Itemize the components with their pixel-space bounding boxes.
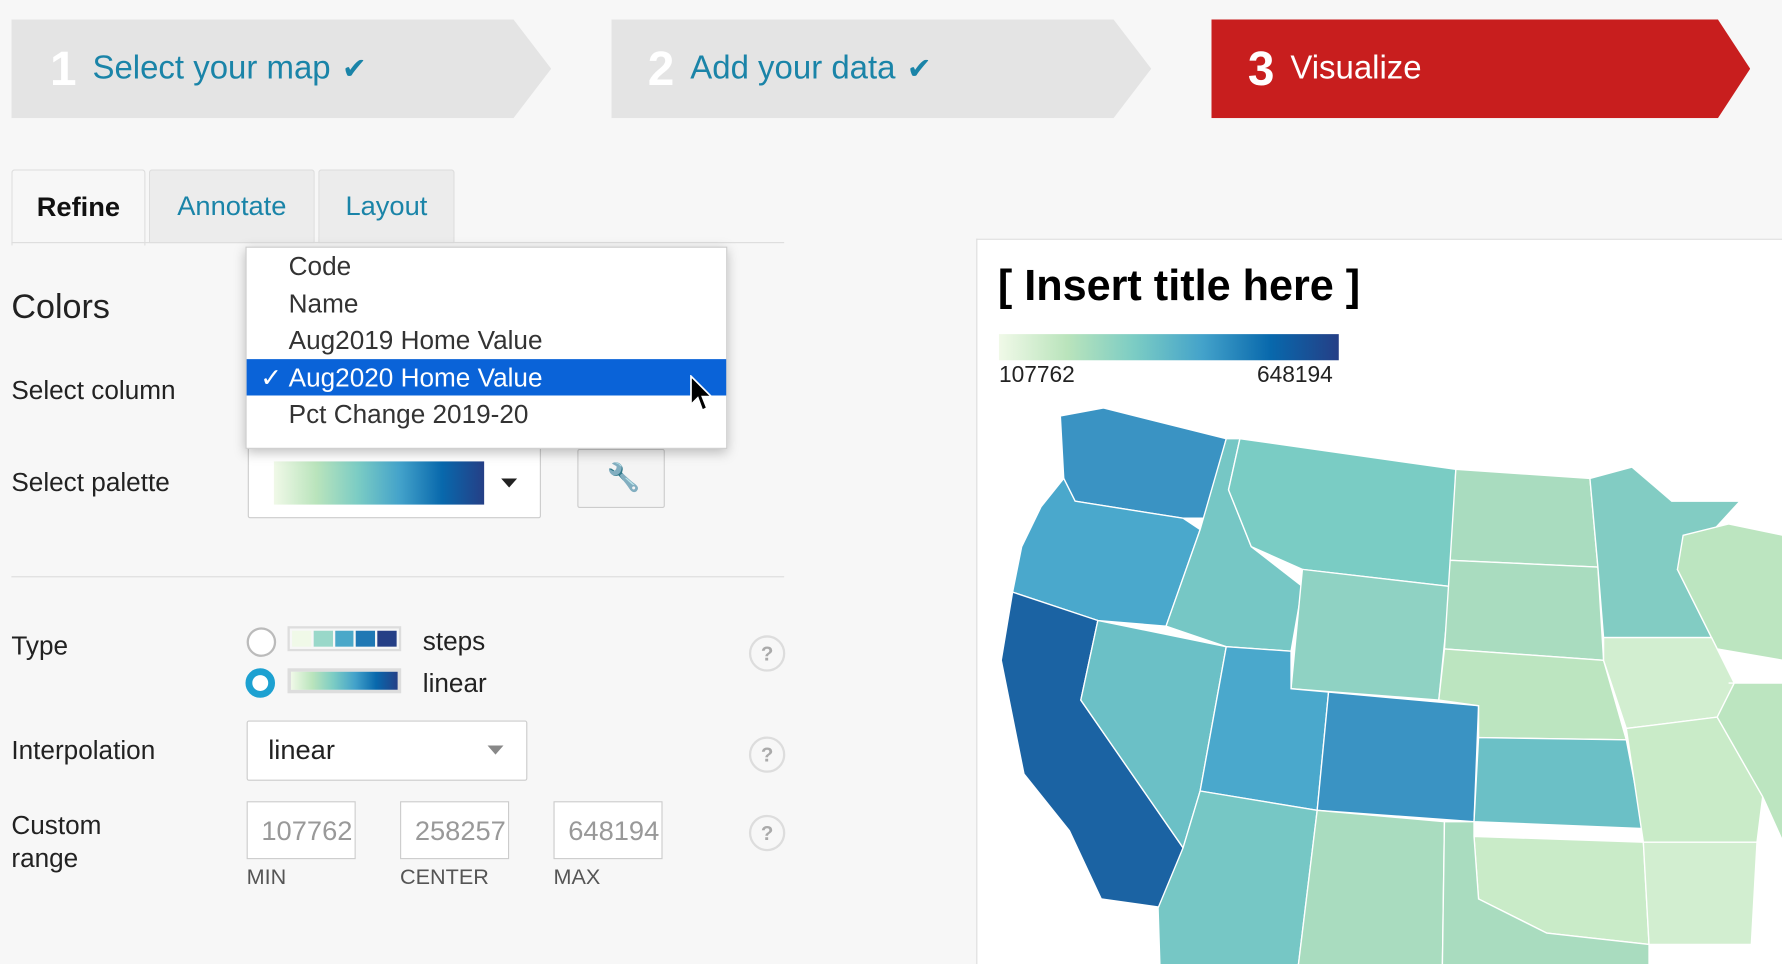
checkmark-icon: ✓ [260, 362, 283, 392]
range-center-input[interactable]: 258257 [400, 801, 510, 860]
map-preview: [ Insert title here ] 107762 648194 [976, 238, 1782, 964]
interpolation-select[interactable]: linear [246, 720, 528, 781]
step-visualize[interactable]: 3 Visualize [1211, 19, 1751, 119]
tab-annotate[interactable]: Annotate [148, 169, 315, 244]
type-label: Type [11, 630, 69, 661]
tab-layout[interactable]: Layout [318, 169, 455, 244]
column-option[interactable]: Name [247, 285, 727, 322]
column-option[interactable]: Aug2019 Home Value [247, 322, 727, 359]
steps-swatch [287, 626, 402, 652]
state-ar [1642, 841, 1758, 946]
help-icon[interactable]: ? [748, 635, 786, 672]
tab-refine[interactable]: Refine [11, 169, 146, 246]
caret-down-icon [501, 478, 518, 488]
select-column-label: Select column [11, 375, 176, 405]
column-option[interactable]: Pct Change 2019-20 [247, 396, 727, 433]
step-select-map[interactable]: 1 Select your map ✔ [11, 19, 552, 119]
check-icon: ✔ [341, 51, 367, 86]
linear-swatch [287, 668, 402, 694]
state-wy [1290, 568, 1451, 701]
type-linear-label: linear [422, 668, 487, 698]
type-linear-radio[interactable] [245, 668, 276, 698]
state-co [1316, 691, 1480, 823]
range-min-input[interactable]: 107762 [246, 801, 356, 860]
state-nd [1449, 468, 1599, 568]
help-icon[interactable]: ? [748, 814, 786, 852]
palette-select[interactable] [247, 445, 541, 519]
max-label: MAX [553, 865, 601, 890]
step-label: Add your data [690, 50, 896, 87]
type-steps-radio[interactable] [246, 627, 277, 657]
step-label: Visualize [1290, 50, 1422, 87]
help-icon[interactable]: ? [748, 736, 786, 773]
option-label: Aug2020 Home Value [288, 362, 543, 392]
step-number: 1 [50, 41, 77, 95]
state-wa [1059, 407, 1228, 519]
column-option-selected[interactable]: ✓ Aug2020 Home Value [246, 358, 727, 412]
interpolation-value: linear [268, 735, 335, 766]
caret-down-icon [487, 745, 504, 755]
center-label: CENTER [400, 865, 489, 890]
palette-edit-button[interactable]: 🔧 [577, 448, 665, 509]
wrench-icon: 🔧 [606, 462, 641, 494]
column-option[interactable]: Code [247, 248, 727, 285]
state-ks [1473, 736, 1645, 830]
palette-swatch [273, 461, 485, 505]
custom-range-label: Custom range [11, 810, 102, 873]
colors-heading: Colors [11, 288, 110, 327]
section-divider [11, 576, 785, 578]
check-icon: ✔ [906, 51, 932, 86]
tab-divider [11, 242, 785, 244]
step-label: Select your map [92, 50, 331, 87]
range-max-input[interactable]: 648194 [553, 801, 663, 860]
step-add-data[interactable]: 2 Add your data ✔ [611, 19, 1152, 119]
min-label: MIN [246, 865, 287, 890]
type-steps-label: steps [422, 626, 486, 656]
step-number: 2 [647, 41, 675, 95]
step-number: 3 [1247, 41, 1275, 95]
interpolation-label: Interpolation [11, 735, 156, 765]
select-palette-label: Select palette [11, 467, 170, 497]
state-nm [1297, 809, 1446, 964]
column-dropdown-menu[interactable]: Code Name Aug2019 Home Value ✓ Aug2020 Ho… [245, 246, 728, 449]
us-choropleth-map [1000, 407, 1782, 964]
state-ia [1602, 636, 1736, 730]
state-sd [1443, 559, 1605, 662]
